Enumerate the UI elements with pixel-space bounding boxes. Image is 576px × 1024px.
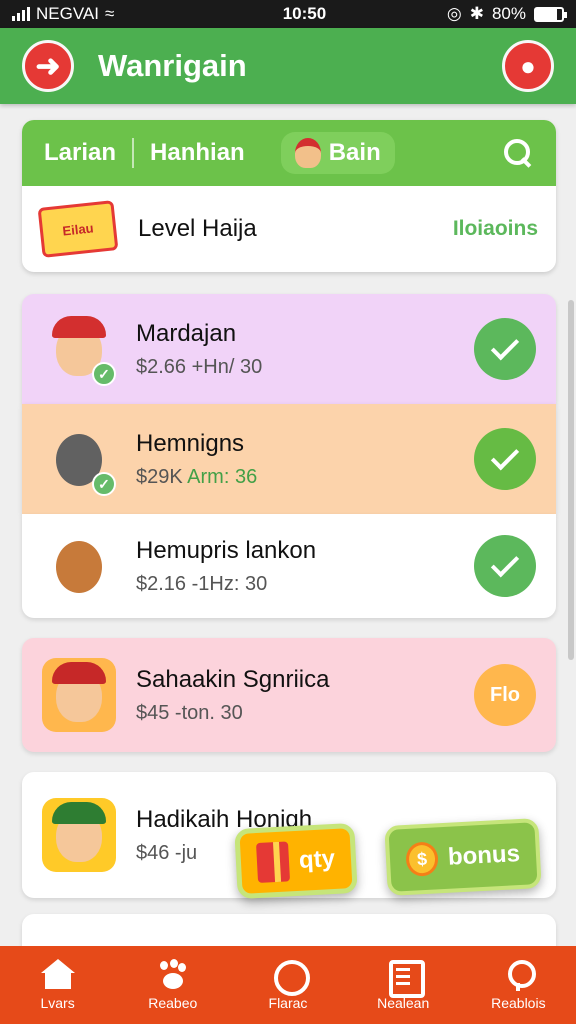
status-bar: NEGVAI ≈ 10:50 ◎ ✱ 80% — [0, 0, 576, 28]
nav-item-reabeo[interactable]: Reabeo — [123, 959, 223, 1011]
speech-bubble-icon: ● — [520, 50, 536, 81]
back-button[interactable]: ➜ — [22, 40, 74, 92]
flo-badge[interactable]: Flo — [474, 664, 536, 726]
battery-percent: 80% — [491, 4, 526, 23]
nav-item-reablois[interactable]: Reablois — [468, 959, 568, 1011]
tab-larian[interactable]: Larian — [44, 139, 132, 167]
verified-icon: ✓ — [92, 472, 116, 496]
chat-button[interactable]: ● — [502, 40, 554, 92]
carrier-name: NEGVAI — [36, 4, 99, 23]
level-link[interactable]: Iloiaoins — [453, 217, 538, 241]
paw-icon — [156, 959, 190, 991]
tab-hanhian[interactable]: Hanhian — [150, 139, 261, 167]
item-price: $2.66 +Hn/ 30 — [136, 355, 263, 378]
gift-icon — [256, 841, 291, 884]
check-icon[interactable] — [474, 535, 536, 597]
coin-icon: $ — [405, 841, 439, 877]
tab-divider — [132, 138, 135, 168]
list-item[interactable]: Sahaakin Sgnriica $45 -ton. 30 Flo — [22, 638, 556, 752]
battery-icon — [534, 6, 567, 22]
check-icon[interactable] — [474, 318, 536, 380]
header-card: Larian Hanhian Bain Eilau Level Haija Il… — [22, 120, 556, 272]
qty-button[interactable]: qty — [234, 822, 358, 900]
nav-item-lvars[interactable]: Lvars — [8, 959, 108, 1011]
level-title: Level Haija — [138, 215, 257, 242]
qty-label: qty — [298, 844, 336, 874]
check-icon[interactable] — [474, 428, 536, 490]
app-bar: ➜ Wanrigain ● — [0, 28, 576, 104]
list-icon — [386, 959, 426, 998]
page-title: Wanrigain — [98, 48, 247, 83]
bluetooth-icon: ✱ — [469, 4, 484, 23]
list-item[interactable]: Hemupris lankon $2.16 -1Hz: 30 — [22, 514, 556, 618]
verified-icon: ✓ — [92, 362, 116, 386]
list-item[interactable]: ✓ Hemnigns $29K Arm: 36 — [22, 404, 556, 514]
avatar: ✓ — [42, 422, 116, 496]
avatar — [42, 798, 116, 872]
item-name: Hemnigns — [136, 429, 245, 457]
tab-bar: Larian Hanhian Bain — [22, 120, 556, 186]
avatar: ✓ — [42, 312, 116, 386]
character-icon — [294, 138, 321, 168]
alarm-icon: ◎ — [446, 4, 462, 23]
tab-bain-label: Bain — [328, 139, 381, 166]
item-name: Mardajan — [136, 319, 237, 347]
item-price: $2.16 -1Hz: 30 — [136, 572, 268, 595]
clock: 10:50 — [282, 4, 327, 23]
avatar — [42, 658, 116, 732]
scrollbar[interactable] — [568, 300, 574, 660]
bonus-label: bonus — [447, 840, 521, 871]
item-name: Sahaakin Sgnriica — [136, 665, 330, 693]
level-badge-icon: Eilau — [37, 200, 119, 258]
bottom-nav: Lvars Reabeo Flarac Nealean Reablois — [0, 946, 576, 1024]
list-item[interactable]: ✓ Mardajan $2.66 +Hn/ 30 — [22, 294, 556, 404]
item-name: Hemupris lankon — [136, 536, 317, 564]
nav-item-nealean[interactable]: Nealean — [353, 959, 453, 1011]
chat-icon — [271, 959, 310, 996]
level-row[interactable]: Eilau Level Haija Iloiaoins — [22, 186, 556, 272]
signal-icon — [12, 7, 30, 21]
item-price: $45 -ton. 30 — [136, 701, 243, 724]
bonus-button[interactable]: $ bonus — [384, 818, 542, 896]
wifi-icon: ≈ — [104, 4, 115, 23]
item-price: $29K Arm: 36 — [136, 465, 258, 488]
search-icon[interactable] — [502, 137, 534, 169]
tab-bain[interactable]: Bain — [280, 132, 395, 174]
home-icon — [40, 959, 75, 991]
back-arrow-icon: ➜ — [35, 49, 61, 83]
location-icon — [501, 959, 537, 991]
avatar — [42, 529, 116, 603]
nav-item-flarac[interactable]: Flarac — [238, 959, 338, 1011]
